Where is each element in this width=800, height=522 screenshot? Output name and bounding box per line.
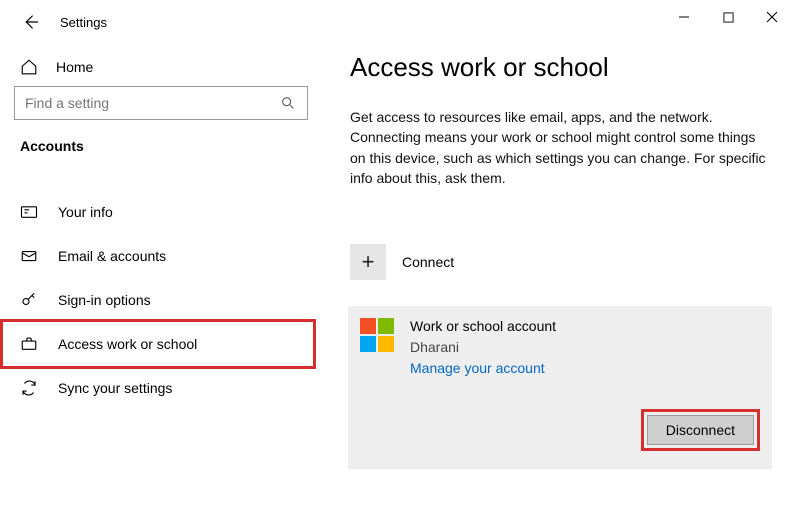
window-title: Settings (60, 15, 107, 30)
account-card[interactable]: Work or school account Dharani Manage yo… (348, 306, 772, 469)
plus-icon: + (350, 244, 386, 280)
section-label: Accounts (0, 138, 322, 170)
home-label: Home (56, 59, 93, 75)
sidebar-item-email-accounts[interactable]: Email & accounts (0, 234, 322, 278)
sync-icon (20, 379, 38, 397)
sidebar-item-label: Sign-in options (58, 292, 151, 308)
close-button[interactable] (750, 2, 794, 32)
home-icon (20, 58, 38, 76)
mail-icon (20, 247, 38, 265)
maximize-button[interactable] (706, 2, 750, 32)
page-description: Get access to resources like email, apps… (350, 107, 772, 188)
sidebar-item-your-info[interactable]: Your info (0, 190, 322, 234)
sidebar-item-label: Sync your settings (58, 380, 172, 396)
search-icon (279, 94, 297, 112)
account-name: Dharani (410, 337, 556, 358)
person-card-icon (20, 203, 38, 221)
search-input[interactable] (25, 95, 279, 111)
key-icon (20, 291, 38, 309)
sidebar-item-signin-options[interactable]: Sign-in options (0, 278, 322, 322)
briefcase-icon (20, 335, 38, 353)
disconnect-button[interactable]: Disconnect (647, 415, 754, 445)
manage-account-link[interactable]: Manage your account (410, 358, 556, 379)
sidebar-item-sync-settings[interactable]: Sync your settings (0, 366, 322, 410)
microsoft-logo-icon (360, 318, 394, 352)
sidebar-item-label: Your info (58, 204, 113, 220)
home-nav[interactable]: Home (0, 48, 322, 86)
sidebar-item-label: Email & accounts (58, 248, 166, 264)
search-box[interactable] (14, 86, 308, 120)
disconnect-highlight: Disconnect (641, 409, 760, 451)
minimize-button[interactable] (662, 2, 706, 32)
connect-label: Connect (402, 254, 454, 270)
connect-button[interactable]: + Connect (350, 238, 772, 306)
sidebar-item-label: Access work or school (58, 336, 197, 352)
page-title: Access work or school (350, 52, 772, 83)
back-button[interactable] (20, 12, 40, 32)
account-title: Work or school account (410, 316, 556, 337)
sidebar-item-access-work-school[interactable]: Access work or school (0, 319, 316, 369)
